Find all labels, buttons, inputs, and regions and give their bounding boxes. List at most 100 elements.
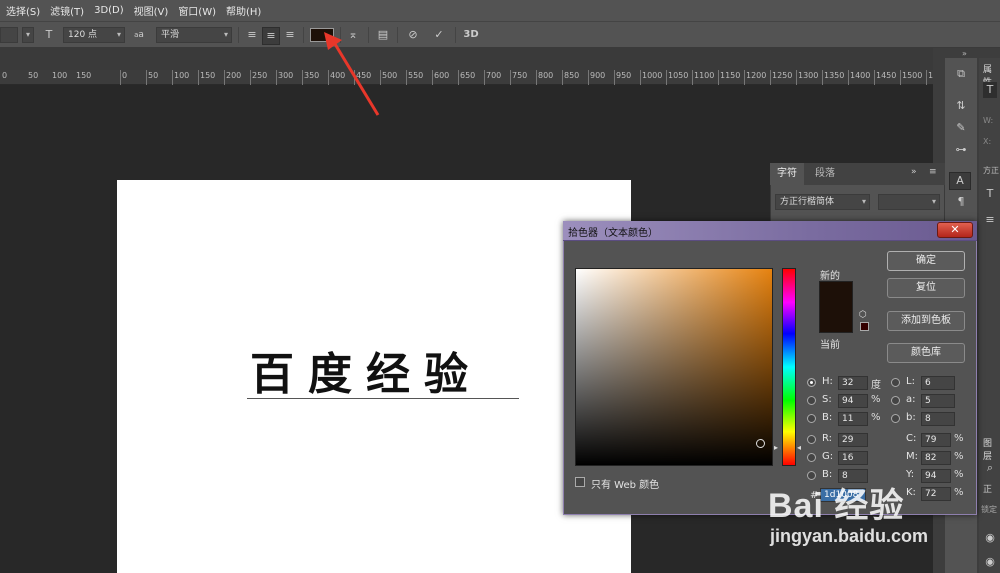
ruler-label: 1350 bbox=[824, 71, 845, 80]
ruler-tick bbox=[796, 70, 797, 85]
h-radio[interactable] bbox=[807, 378, 816, 387]
paragraph-panel-icon[interactable]: ¶ bbox=[951, 194, 971, 210]
menu-select[interactable]: 选择(S) bbox=[6, 3, 40, 18]
b-radio[interactable] bbox=[807, 414, 816, 423]
ruler-label-left: 50 bbox=[28, 71, 39, 80]
close-icon: ✕ bbox=[950, 223, 960, 236]
ruler-label: 900 bbox=[590, 71, 606, 80]
history-icon[interactable]: ⧉ bbox=[951, 66, 971, 82]
hue-slider[interactable] bbox=[782, 268, 796, 466]
hue-slider-right-handle[interactable]: ◂ bbox=[797, 443, 801, 452]
font-style-field[interactable] bbox=[0, 27, 18, 43]
l-radio[interactable] bbox=[891, 378, 900, 387]
color-picker-titlebar[interactable]: 拾色器（文本颜色） bbox=[563, 221, 977, 241]
ruler-tick bbox=[120, 70, 121, 85]
horizontal-ruler: 0 50 100 150 0 50 100 150 200 250 300 350 400 450 500 5… bbox=[0, 70, 943, 85]
font-size-field[interactable]: 120 点 ▾ bbox=[63, 27, 125, 43]
layers-label: 图层 bbox=[983, 439, 993, 462]
panel-menu-icon[interactable]: ≡ bbox=[929, 167, 937, 177]
hue-slider-left-handle[interactable]: ▸ bbox=[774, 443, 778, 452]
brush-icon[interactable]: ✎ bbox=[951, 120, 971, 136]
reset-button[interactable]: 复位 bbox=[887, 278, 965, 298]
align-center-icon[interactable]: ≡ bbox=[262, 27, 280, 45]
watermark-brand: Bai 经验 bbox=[768, 487, 905, 525]
props-type-icon: T bbox=[986, 187, 994, 200]
menu-view[interactable]: 视图(V) bbox=[134, 3, 169, 18]
ruler-label: 700 bbox=[486, 71, 502, 80]
lab-b-radio[interactable] bbox=[891, 414, 900, 423]
ruler-label: 200 bbox=[226, 71, 242, 80]
ruler-tick bbox=[926, 70, 927, 85]
color-libraries-button[interactable]: 颜色库 bbox=[887, 343, 965, 363]
close-button[interactable]: ✕ bbox=[937, 222, 973, 238]
web-only-label: 只有 Web 颜色 bbox=[591, 480, 660, 491]
ruler-label: 550 bbox=[408, 71, 424, 80]
antialias-select[interactable]: 平滑 ▾ bbox=[156, 27, 232, 43]
align-left-icon[interactable]: ≡ bbox=[244, 27, 260, 43]
w-label: W: bbox=[983, 116, 994, 125]
new-current-swatch bbox=[819, 281, 853, 333]
a-radio[interactable] bbox=[891, 396, 900, 405]
document-tab-strip bbox=[0, 48, 933, 70]
s-input[interactable]: 94 bbox=[838, 394, 868, 408]
g-input[interactable]: 16 bbox=[838, 451, 868, 465]
ruler-tick bbox=[900, 70, 901, 85]
h-label: H: bbox=[822, 376, 833, 387]
add-to-swatches-button[interactable]: 添加到色板 bbox=[887, 311, 965, 331]
cancel-icon[interactable]: ⊘ bbox=[404, 27, 422, 43]
adjust-icon[interactable]: ⊶ bbox=[951, 142, 971, 158]
font-family-select[interactable]: 方正行楷简体 ▾ bbox=[775, 194, 870, 210]
ruler-label: 1450 bbox=[876, 71, 897, 80]
a-input[interactable]: 5 bbox=[921, 394, 955, 408]
collapse-dock-icon[interactable]: » bbox=[962, 49, 967, 58]
ruler-tick bbox=[432, 70, 433, 85]
g-radio[interactable] bbox=[807, 453, 816, 462]
ruler-label: 250 bbox=[252, 71, 268, 80]
align-right-icon[interactable]: ≡ bbox=[282, 27, 298, 43]
font-style-dropdown[interactable]: ▾ bbox=[22, 27, 34, 43]
ruler-tick bbox=[510, 70, 511, 85]
m-input[interactable]: 82 bbox=[921, 451, 951, 465]
ruler-label: 850 bbox=[564, 71, 580, 80]
c-input[interactable]: 79 bbox=[921, 433, 951, 447]
font-size-icon: T bbox=[45, 28, 53, 41]
panel-collapse-icon[interactable]: » bbox=[911, 167, 917, 177]
m-label: M: bbox=[906, 451, 918, 462]
canvas-text-layer[interactable]: 百度经验 bbox=[250, 347, 550, 402]
actions-icon[interactable]: ⇅ bbox=[951, 98, 971, 114]
r-radio[interactable] bbox=[807, 435, 816, 444]
ruler-label: 0 bbox=[122, 71, 128, 80]
cube-warning-icon[interactable]: ⬡ bbox=[859, 310, 867, 320]
antialias-icon: aa bbox=[134, 30, 144, 40]
b-input[interactable]: 11 bbox=[838, 412, 868, 426]
watermark-url: jingyan.baidu.com bbox=[770, 526, 929, 546]
text-baseline bbox=[247, 398, 519, 399]
ruler-tick bbox=[536, 70, 537, 85]
h-input[interactable]: 32 bbox=[838, 376, 868, 390]
lab-b-input[interactable]: 8 bbox=[921, 412, 955, 426]
tab-paragraph[interactable]: 段落 bbox=[808, 163, 842, 185]
menu-filter[interactable]: 滤镜(T) bbox=[50, 3, 84, 18]
s-radio[interactable] bbox=[807, 396, 816, 405]
ruler-label: 1400 bbox=[850, 71, 871, 80]
web-only-checkbox[interactable] bbox=[575, 477, 585, 487]
ruler-label: 100 bbox=[174, 71, 190, 80]
color-field-cursor[interactable] bbox=[756, 439, 765, 448]
menu-help[interactable]: 帮助(H) bbox=[226, 3, 261, 18]
r-input[interactable]: 29 bbox=[838, 433, 868, 447]
g-label: G: bbox=[822, 451, 834, 462]
color-field[interactable] bbox=[575, 268, 773, 466]
3d-icon[interactable]: 3D bbox=[460, 27, 482, 43]
web-safe-swatch[interactable] bbox=[860, 322, 869, 331]
color-picker-title: 拾色器（文本颜色） bbox=[568, 228, 658, 239]
ruler-label: 350 bbox=[304, 71, 320, 80]
menu-3d[interactable]: 3D(D) bbox=[94, 5, 124, 16]
tab-character[interactable]: 字符 bbox=[770, 163, 804, 185]
ruler-label: 50 bbox=[148, 71, 159, 80]
menu-window[interactable]: 窗口(W) bbox=[178, 3, 216, 18]
font-style-select[interactable]: ▾ bbox=[878, 194, 940, 210]
commit-icon[interactable]: ✓ bbox=[430, 27, 448, 43]
l-input[interactable]: 6 bbox=[921, 376, 955, 390]
character-panel-icon[interactable]: A bbox=[949, 172, 971, 190]
ok-button[interactable]: 确定 bbox=[887, 251, 965, 271]
